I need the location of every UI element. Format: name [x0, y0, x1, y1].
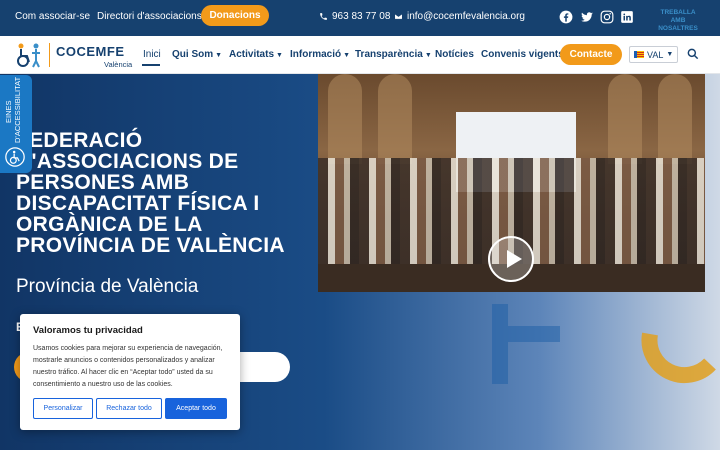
- valencian-flag-icon: [634, 51, 644, 58]
- rechazar-todo-button[interactable]: Rechazar todo: [96, 398, 162, 419]
- email-address: info@cocemfevalencia.org: [407, 11, 525, 22]
- phone-number: 963 83 77 08: [332, 11, 391, 22]
- link-directori-associacions[interactable]: Directori d'associacions: [97, 11, 202, 22]
- logo-name: COCEMFE: [56, 44, 125, 59]
- hero-title-line: DISCAPACITAT FÍSICA I: [16, 192, 260, 215]
- hero-title-line: FEDERACIÓ: [16, 129, 143, 152]
- instagram-icon[interactable]: [600, 10, 614, 24]
- logo-subtitle: València: [104, 60, 133, 69]
- background-arch: [658, 74, 692, 164]
- nav-label: Transparència: [355, 49, 423, 60]
- phone-icon: [320, 13, 327, 20]
- main-navbar: COCEMFE València Inici Qui Som ▼ Activita…: [0, 36, 720, 74]
- treballa-line-3: NOSALTRES: [658, 25, 698, 32]
- nav-inici[interactable]: Inici: [143, 49, 161, 60]
- twitter-icon[interactable]: [580, 10, 594, 24]
- caret-down-icon: ▼: [424, 52, 432, 59]
- hero-title-line: ORGÀNICA DE LA: [16, 213, 203, 236]
- cookie-consent-dialog: Valoramos tu privacidad Usamos cookies p…: [20, 314, 240, 430]
- treballa-amb-nosaltres-link[interactable]: TREBALLA AMB NOSALTRES: [652, 9, 704, 33]
- hero-title: FEDERACIÓ D'ASSOCIACIONS DE PERSONES AMB…: [16, 130, 326, 256]
- nav-qui-som[interactable]: Qui Som ▼: [172, 49, 222, 60]
- phone-contact[interactable]: 963 83 77 08: [319, 11, 390, 22]
- link-com-associar[interactable]: Com associar-se: [15, 11, 90, 22]
- hero-title-line: PROVÍNCIA DE VALÈNCIA: [16, 234, 285, 257]
- background-arch: [378, 74, 412, 164]
- caret-down-icon: ▼: [215, 52, 223, 59]
- hero-title-line: D'ASSOCIACIONS DE: [16, 150, 239, 173]
- facebook-icon[interactable]: [559, 10, 573, 24]
- aceptar-todo-button[interactable]: Aceptar todo: [165, 398, 227, 419]
- contacte-button[interactable]: Contacte: [560, 44, 622, 65]
- envelope-icon: [394, 13, 403, 20]
- caret-down-icon: ▼: [666, 51, 674, 58]
- logo-separator: [49, 43, 50, 67]
- language-selector[interactable]: VAL ▼: [629, 46, 678, 63]
- nav-noticies[interactable]: Notícies: [435, 49, 474, 60]
- hero-title-line: PERSONES AMB: [16, 171, 190, 194]
- cookie-title: Valoramos tu privacidad: [33, 325, 143, 336]
- donacions-button[interactable]: Donacions: [201, 5, 269, 26]
- caret-down-icon: ▼: [276, 52, 283, 59]
- nav-activitats[interactable]: Activitats ▼: [229, 49, 283, 60]
- treballa-line-1: TREBALLA: [660, 9, 696, 16]
- play-icon[interactable]: [488, 236, 534, 282]
- nav-label: Notícies: [435, 49, 474, 60]
- nav-convenis-vigents[interactable]: Convenis vigents: [481, 49, 564, 60]
- cocemfe-logo[interactable]: COCEMFE València: [14, 41, 132, 69]
- background-arch: [328, 74, 362, 164]
- background-arch: [608, 74, 642, 164]
- caret-down-icon: ▼: [343, 52, 351, 59]
- nav-informacio[interactable]: Informació ▼: [290, 49, 350, 60]
- nav-label: Informació: [290, 49, 342, 60]
- logo-mark-icon: [17, 43, 40, 68]
- personalizar-button[interactable]: Personalizar: [33, 398, 93, 419]
- search-icon[interactable]: [686, 47, 700, 61]
- treballa-line-2: AMB: [670, 17, 686, 24]
- language-label: VAL: [647, 49, 664, 60]
- nav-label: Activitats: [229, 49, 275, 60]
- accessibility-label: EINES D'ACCESSIBILITAT: [4, 76, 22, 143]
- wheelchair-icon: [5, 147, 25, 167]
- nav-active-underline: [142, 64, 160, 66]
- hero-subtitle: Província de València: [16, 276, 199, 297]
- linkedin-icon[interactable]: [620, 10, 634, 24]
- nav-transparencia[interactable]: Transparència ▼: [355, 49, 432, 60]
- accessibility-tools-tab[interactable]: EINES D'ACCESSIBILITAT: [0, 75, 32, 173]
- email-contact[interactable]: info@cocemfevalencia.org: [394, 11, 525, 22]
- nav-label: Inici: [143, 49, 161, 60]
- nav-label: Qui Som: [172, 49, 214, 60]
- nav-label: Convenis vigents: [481, 49, 564, 60]
- cookie-body-text: Usamos cookies para mejorar su experienc…: [33, 345, 223, 388]
- top-bar: Com associar-se Directori d'associacions…: [0, 0, 720, 36]
